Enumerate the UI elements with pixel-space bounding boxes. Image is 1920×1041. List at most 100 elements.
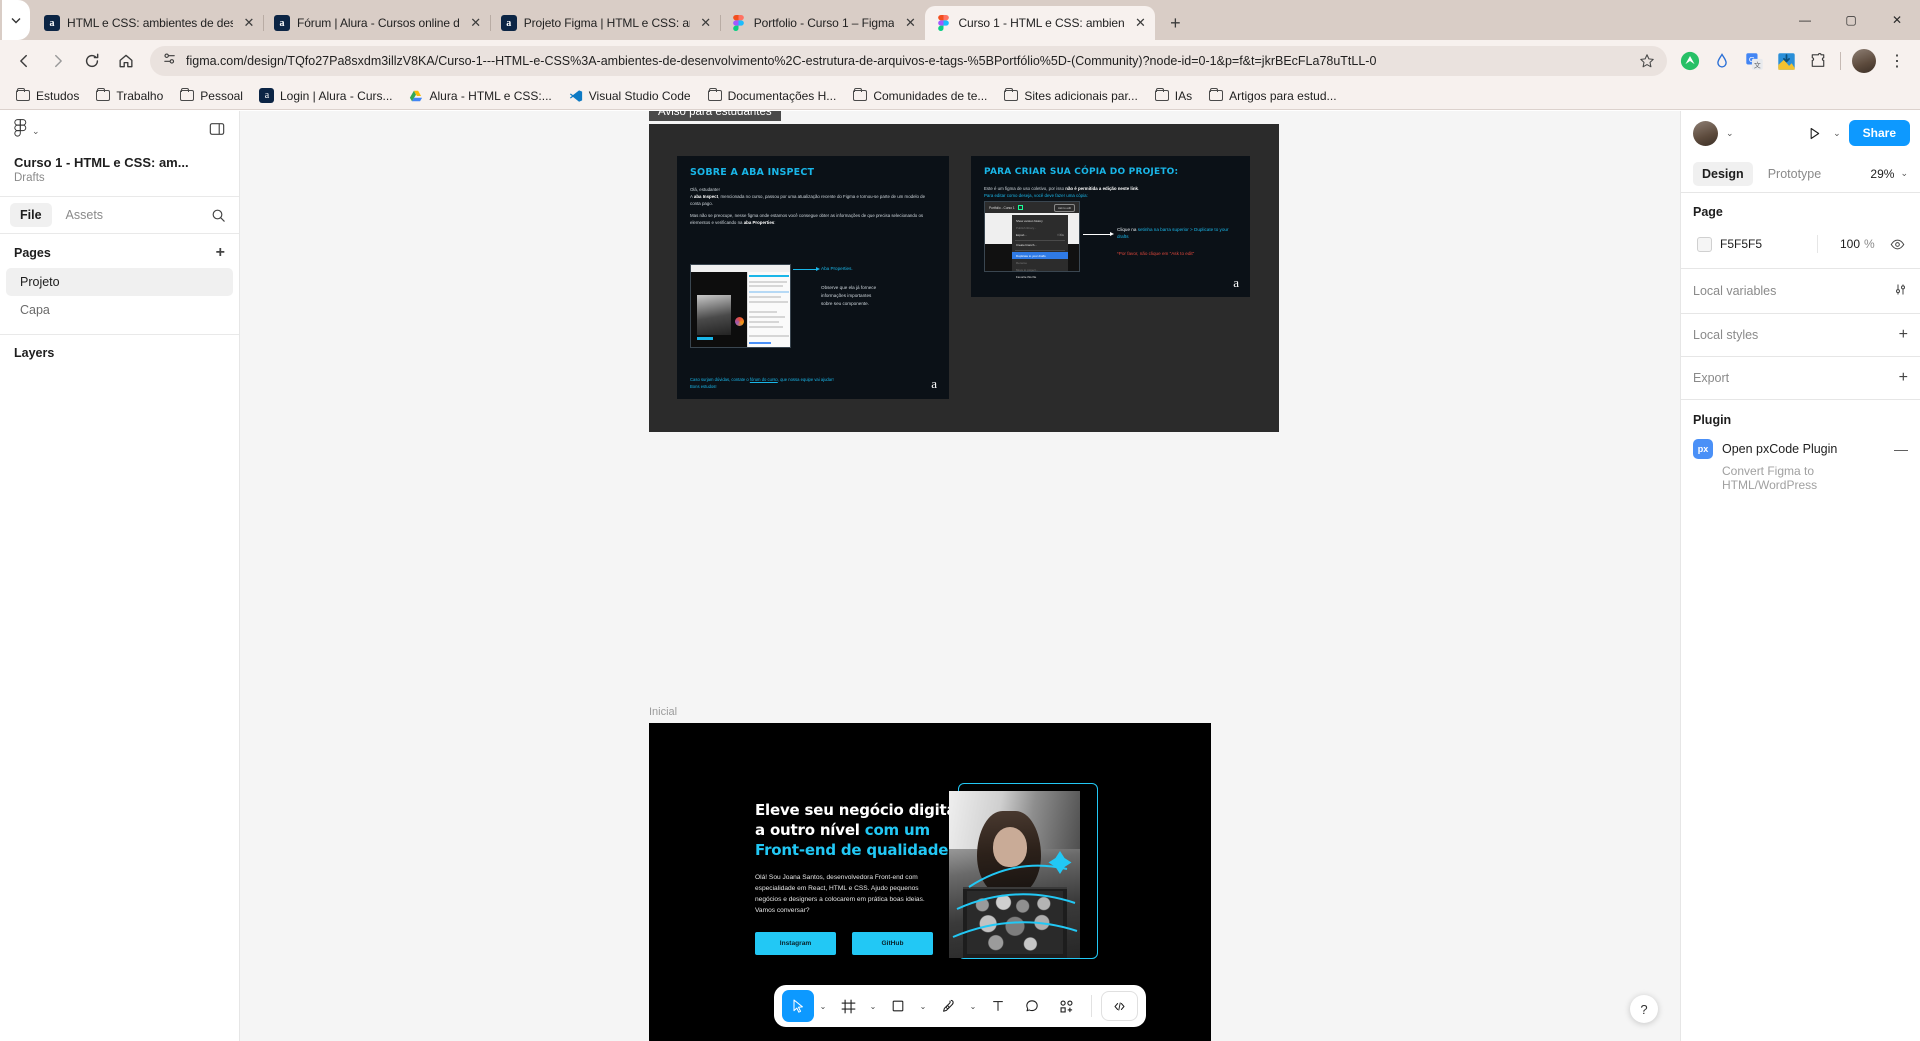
minimize-button[interactable]: — xyxy=(1782,0,1828,40)
section-badge-aviso[interactable]: Aviso para estudantes xyxy=(649,111,781,121)
bookmark-label: Alura - HTML e CSS:... xyxy=(429,88,552,103)
color-swatch[interactable] xyxy=(1697,236,1712,252)
tab-design[interactable]: Design xyxy=(1693,161,1753,186)
browser-tab[interactable]: a Projeto Figma | HTML e CSS: am ✕ xyxy=(489,6,721,40)
help-button[interactable]: ? xyxy=(1630,995,1658,1023)
three-dot-menu-icon[interactable]: ⋮ xyxy=(1882,46,1912,76)
close-icon[interactable]: ✕ xyxy=(697,14,715,32)
fill-opacity-value[interactable]: 100 xyxy=(1818,237,1864,251)
instagram-button[interactable]: Instagram xyxy=(755,931,836,955)
address-bar[interactable]: figma.com/design/TQfo27Pa8sxdm3illzV8KA/… xyxy=(150,46,1667,76)
share-button[interactable]: Share xyxy=(1848,120,1910,146)
tab-prototype[interactable]: Prototype xyxy=(1759,162,1831,186)
page-item-capa[interactable]: Capa xyxy=(6,296,233,324)
slide-criar-copia[interactable]: PARA CRIAR SUA CÓPIA DO PROJETO: Este é … xyxy=(971,156,1250,297)
close-window-button[interactable]: ✕ xyxy=(1874,0,1920,40)
water-drop-icon[interactable] xyxy=(1707,46,1737,76)
eye-icon[interactable] xyxy=(1886,233,1908,255)
tab-title: HTML e CSS: ambientes de des xyxy=(67,16,233,30)
chevron-down-icon[interactable]: ⌄ xyxy=(1726,128,1734,139)
pen-tool-caret[interactable]: ⌄ xyxy=(966,1002,980,1011)
add-style-button[interactable]: + xyxy=(1899,327,1908,343)
move-tool[interactable] xyxy=(782,990,814,1022)
collapse-plugin-button[interactable]: — xyxy=(1894,441,1908,457)
bookmark-item[interactable]: a Login | Alura - Curs... xyxy=(252,85,400,107)
close-icon[interactable]: ✕ xyxy=(1131,14,1149,32)
close-icon[interactable]: ✕ xyxy=(901,14,919,32)
tab-search-button[interactable] xyxy=(2,0,30,40)
zoom-control[interactable]: 29% ⌄ xyxy=(1870,167,1908,181)
figma-canvas[interactable]: Aviso para estudantes SOBRE A ABA INSPEC… xyxy=(240,111,1680,1041)
left-panel-tabs: File Assets xyxy=(0,196,239,234)
figma-main-menu[interactable]: ⌄ xyxy=(14,119,40,143)
add-export-button[interactable]: + xyxy=(1899,370,1908,386)
bookmark-item[interactable]: IAs xyxy=(1147,85,1199,107)
back-arrow-icon[interactable] xyxy=(8,45,40,77)
nordvpn-icon[interactable] xyxy=(1675,46,1705,76)
frame-tool-caret[interactable]: ⌄ xyxy=(866,1002,880,1011)
local-variables-row[interactable]: Local variables xyxy=(1681,269,1920,314)
file-name[interactable]: Curso 1 - HTML e CSS: am... xyxy=(0,151,239,170)
close-icon[interactable]: ✕ xyxy=(240,14,258,32)
hero-buttons: Instagram GitHub xyxy=(755,931,961,955)
bookmark-star-icon[interactable] xyxy=(1637,51,1657,71)
local-styles-row[interactable]: Local styles + xyxy=(1681,314,1920,357)
idm-download-icon[interactable] xyxy=(1771,46,1801,76)
tune-icon[interactable] xyxy=(162,51,177,71)
actions-tool[interactable] xyxy=(1050,990,1082,1022)
shape-tool-caret[interactable]: ⌄ xyxy=(916,1002,930,1011)
text-tool[interactable] xyxy=(982,990,1014,1022)
export-row[interactable]: Export + xyxy=(1681,357,1920,400)
chevron-down-icon[interactable]: ⌄ xyxy=(1833,128,1841,139)
maximize-button[interactable]: ▢ xyxy=(1828,0,1874,40)
forward-arrow-icon[interactable] xyxy=(42,45,74,77)
comment-tool[interactable] xyxy=(1016,990,1048,1022)
bookmark-item[interactable]: Sites adicionais par... xyxy=(996,85,1144,107)
close-icon[interactable]: ✕ xyxy=(467,14,485,32)
profile-avatar[interactable] xyxy=(1852,49,1876,73)
browser-tab-active[interactable]: Curso 1 - HTML e CSS: ambient ✕ xyxy=(925,6,1156,40)
shape-tool[interactable] xyxy=(882,990,914,1022)
bookmark-item[interactable]: Comunidades de te... xyxy=(845,85,994,107)
plugin-name[interactable]: Open pxCode Plugin xyxy=(1722,442,1885,456)
plugin-row[interactable]: px Open pxCode Plugin — xyxy=(1681,433,1920,461)
frame-tool[interactable] xyxy=(832,990,864,1022)
reload-icon[interactable] xyxy=(76,45,108,77)
github-button[interactable]: GitHub xyxy=(852,931,933,955)
play-present-icon[interactable] xyxy=(1803,122,1825,144)
add-page-button[interactable]: + xyxy=(216,245,225,261)
figma-menu-row: ⌄ xyxy=(0,111,239,151)
bookmark-item[interactable]: Pessoal xyxy=(172,85,250,107)
bookmark-item[interactable]: Estudos xyxy=(8,85,86,107)
bookmark-item[interactable]: Visual Studio Code xyxy=(561,85,698,107)
user-avatar[interactable] xyxy=(1693,120,1718,146)
frame-label-inicial[interactable]: Inicial xyxy=(649,706,677,718)
search-icon[interactable] xyxy=(209,206,227,224)
move-tool-caret[interactable]: ⌄ xyxy=(816,1002,830,1011)
browser-tab[interactable]: Portfolio - Curso 1 – Figma ✕ xyxy=(719,6,926,40)
puzzle-extensions-icon[interactable] xyxy=(1803,46,1833,76)
bookmark-item[interactable]: Alura - HTML e CSS:... xyxy=(401,85,558,107)
browser-tab[interactable]: a Fórum | Alura - Cursos online d ✕ xyxy=(263,6,491,40)
new-tab-button[interactable]: + xyxy=(1161,9,1189,37)
slide-left-title: SOBRE A ABA INSPECT xyxy=(690,167,815,178)
instruction-arrow xyxy=(1083,234,1111,235)
bookmark-item[interactable]: Trabalho xyxy=(88,85,170,107)
bookmark-item[interactable]: Documentações H... xyxy=(700,85,844,107)
fill-hex-value[interactable]: F5F5F5 xyxy=(1720,237,1817,251)
page-item-projeto[interactable]: Projeto xyxy=(6,268,233,296)
slide-sobre-aba-inspect[interactable]: SOBRE A ABA INSPECT Olá, estudante! A ab… xyxy=(677,156,949,399)
browser-tab[interactable]: a HTML e CSS: ambientes de des ✕ xyxy=(34,6,264,40)
home-icon[interactable] xyxy=(110,45,142,77)
panel-toggle-icon[interactable] xyxy=(209,121,225,142)
tab-assets[interactable]: Assets xyxy=(56,203,114,227)
dev-mode-toggle[interactable] xyxy=(1101,991,1138,1021)
tab-file[interactable]: File xyxy=(10,203,52,227)
figma-toolbar: ⌄ ⌄ ⌄ ⌄ xyxy=(774,985,1146,1027)
variables-sliders-icon[interactable] xyxy=(1893,282,1908,300)
section-board[interactable]: SOBRE A ABA INSPECT Olá, estudante! A ab… xyxy=(649,124,1279,432)
google-translate-icon[interactable]: G文 xyxy=(1739,46,1769,76)
page-fill-field[interactable]: F5F5F5 100 % xyxy=(1693,230,1880,258)
pen-tool[interactable] xyxy=(932,990,964,1022)
bookmark-item[interactable]: Artigos para estud... xyxy=(1201,85,1343,107)
